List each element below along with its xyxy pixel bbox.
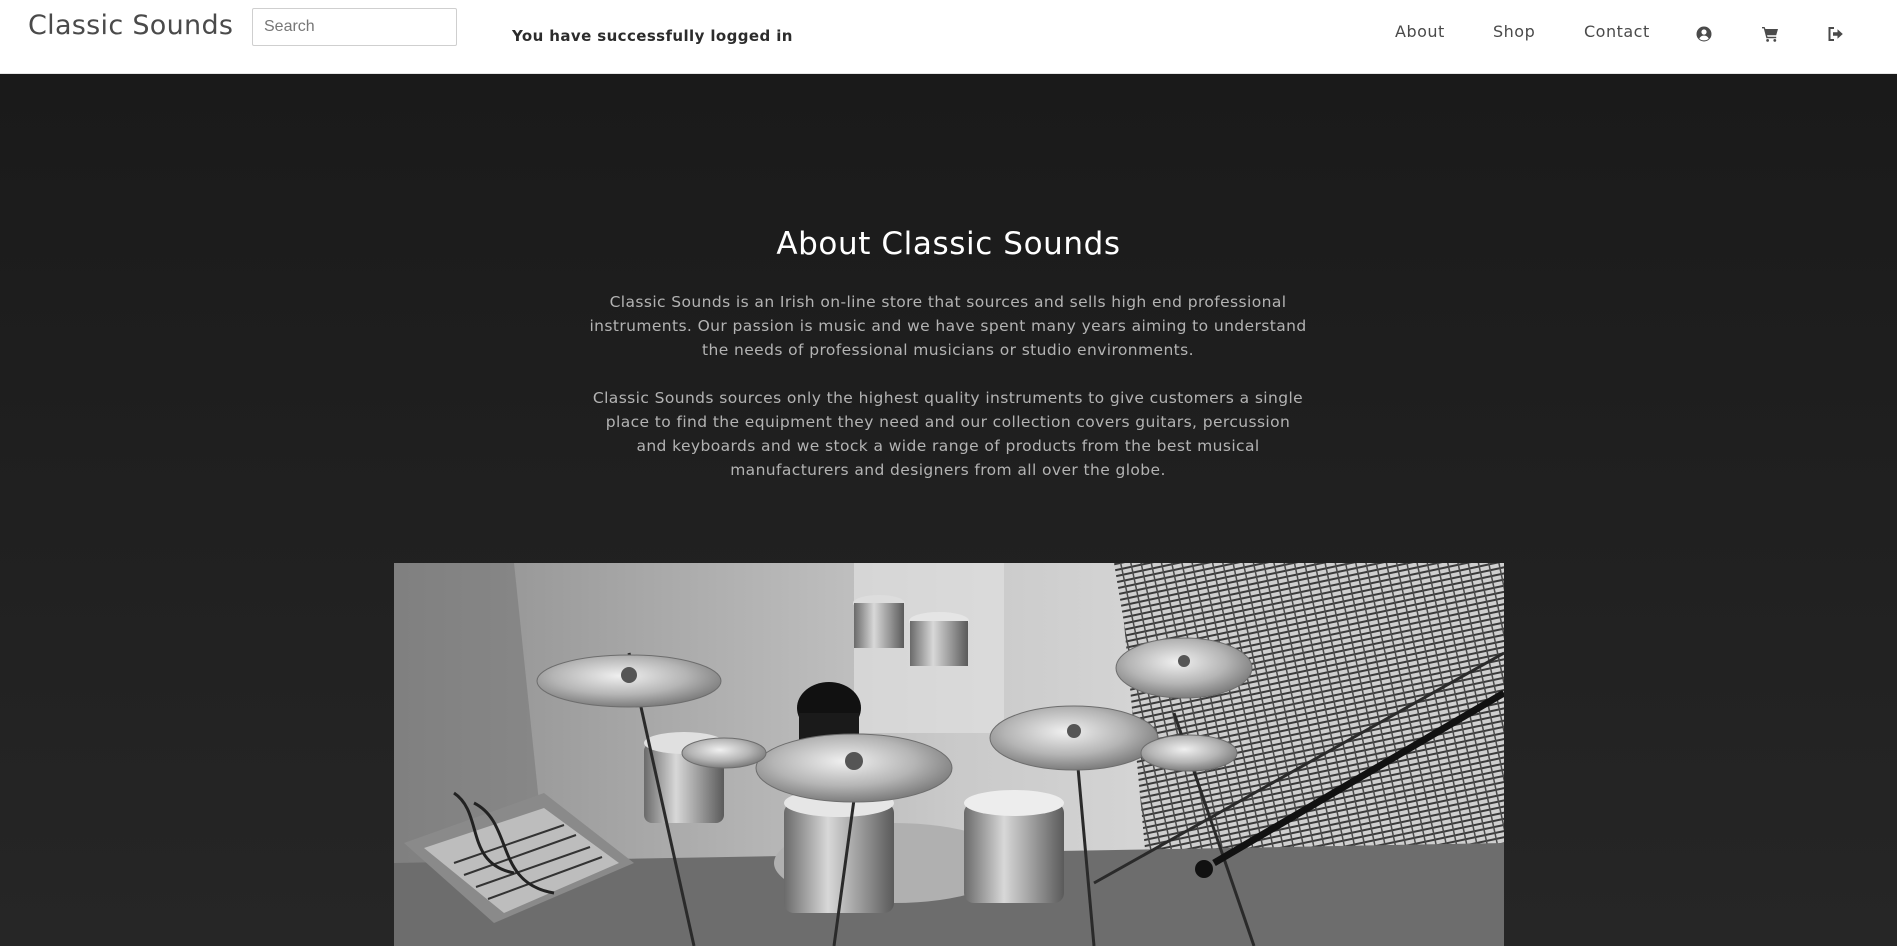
search-input[interactable] — [252, 8, 457, 46]
sign-out-icon[interactable] — [1827, 25, 1845, 43]
about-section: About Classic Sounds Classic Sounds is a… — [0, 74, 1897, 946]
user-circle-icon[interactable] — [1695, 25, 1713, 43]
nav-link-shop[interactable]: Shop — [1493, 22, 1535, 41]
page-title: About Classic Sounds — [776, 226, 1121, 262]
about-paragraph: Classic Sounds sources only the highest … — [592, 389, 1304, 479]
brand-logo[interactable]: Classic Sounds — [28, 10, 233, 41]
nav-link-contact[interactable]: Contact — [1584, 22, 1650, 41]
about-paragraph: Classic Sounds is an Irish on-line store… — [589, 293, 1307, 359]
login-success-message: You have successfully logged in — [512, 27, 793, 45]
shopping-cart-icon[interactable] — [1761, 25, 1779, 43]
nav-link-about[interactable]: About — [1395, 22, 1445, 41]
drum-kit-photo — [394, 563, 1504, 946]
navbar: Classic Sounds You have successfully log… — [0, 0, 1897, 74]
